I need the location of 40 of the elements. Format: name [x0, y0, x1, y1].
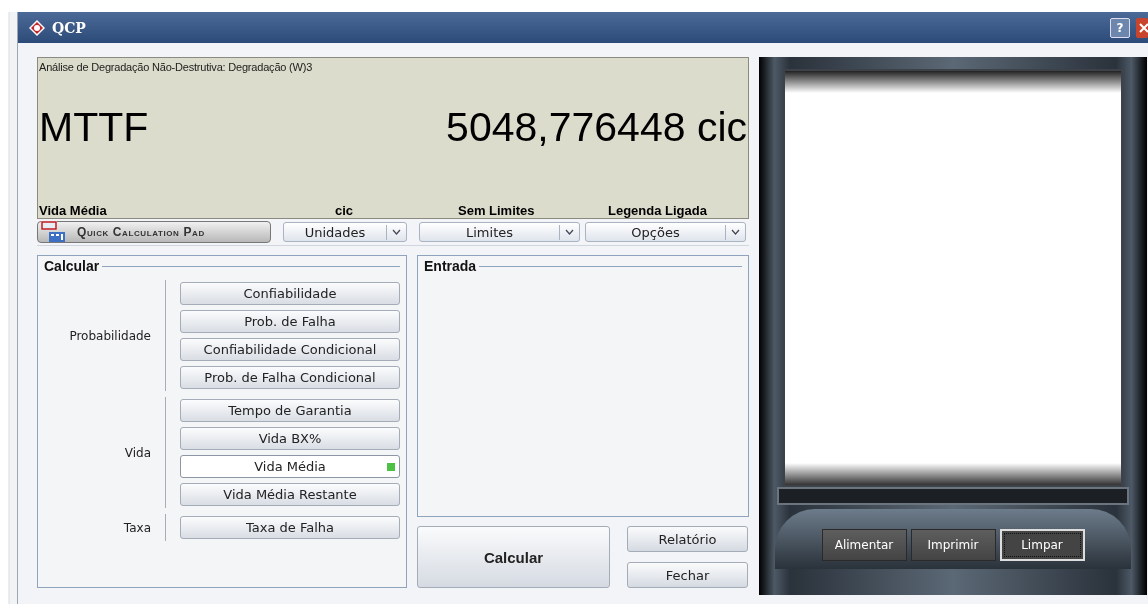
chevron-down-icon: [565, 229, 574, 235]
calculation-button[interactable]: Vida Média Restante: [180, 483, 400, 506]
group-label: Vida: [123, 445, 152, 460]
calculation-button[interactable]: Tempo de Garantia: [180, 399, 400, 422]
quick-calculation-pad-button[interactable]: Quick Calculation Pad: [37, 221, 271, 243]
printer-button[interactable]: Imprimir: [910, 529, 996, 561]
status-label: Legenda Ligada: [608, 203, 707, 218]
dropdown-button[interactable]: Unidades: [283, 222, 407, 242]
selected-indicator-icon: [387, 463, 395, 471]
status-label: Sem Limites: [458, 203, 535, 218]
status-label: Vida Média: [39, 203, 107, 218]
result-value: 5048,776448 cic: [446, 103, 747, 151]
help-button[interactable]: ?: [1110, 17, 1130, 38]
close-icon[interactable]: [1136, 17, 1148, 38]
panel-title: Entrada: [424, 258, 477, 274]
calculation-button[interactable]: Vida Média: [180, 455, 400, 478]
analysis-title: Análise de Degradação Não-Destrutiva: Degradação (W)3: [39, 61, 314, 73]
dropdown-button[interactable]: Opções: [585, 222, 746, 242]
window-title: QCP: [52, 19, 86, 36]
calculation-button[interactable]: Prob. de Falha: [180, 310, 400, 333]
calculate-button[interactable]: Calcular: [417, 526, 610, 588]
calculation-button[interactable]: Prob. de Falha Condicional: [180, 366, 400, 389]
calculation-button[interactable]: Taxa de Falha: [180, 516, 400, 539]
printer-button[interactable]: Alimentar: [821, 529, 907, 561]
printer-button[interactable]: Limpar: [999, 529, 1085, 561]
group-label: Taxa: [122, 520, 152, 535]
chevron-down-icon: [731, 229, 740, 235]
quantity-label: MTTF: [39, 103, 149, 151]
calculation-button[interactable]: Confiabilidade Condicional: [180, 338, 400, 361]
report-button[interactable]: Relatório: [627, 526, 748, 552]
panel-title: Calcular: [44, 258, 100, 274]
group-label: Probabilidade: [68, 328, 152, 343]
dropdown-button[interactable]: Limites: [419, 222, 580, 242]
calculation-button[interactable]: Vida BX%: [180, 427, 400, 450]
close-button[interactable]: Fechar: [627, 562, 748, 588]
chevron-down-icon: [392, 229, 401, 235]
diamond-logo-icon: [28, 18, 46, 37]
calculator-icon: [41, 221, 67, 243]
status-label: cic: [335, 203, 354, 218]
calculation-button[interactable]: Confiabilidade: [180, 282, 400, 305]
